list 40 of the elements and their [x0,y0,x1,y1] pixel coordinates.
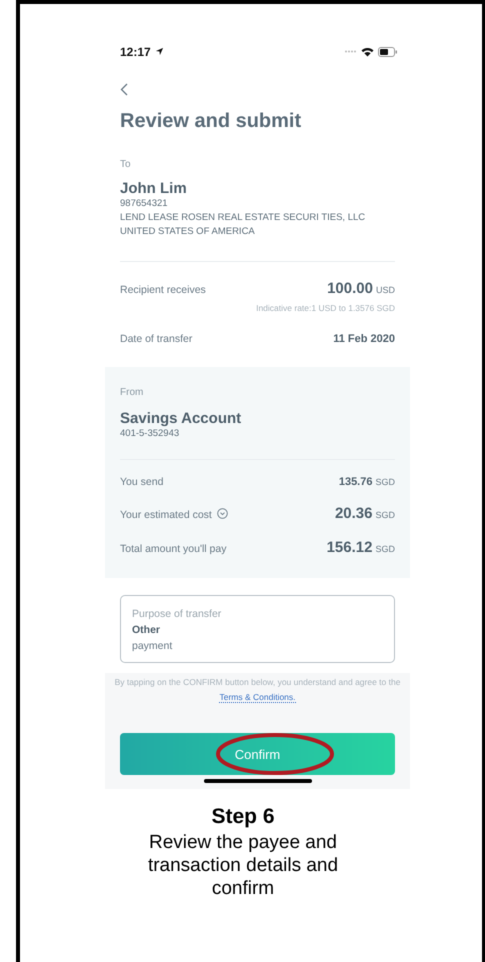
signal-dots-icon [343,50,357,53]
detail-value: 11 Feb 2020 [333,333,395,345]
wifi-icon [361,46,374,56]
cost-value: 135.76 [338,476,372,488]
account-number: 987654321 [120,197,169,211]
recipient-company: LEND LEASE ROSEN REAL ESTATE SECURI TIES, LLC [120,211,366,225]
status-time: 12:17 [120,44,151,58]
currency-code: USD [376,285,395,295]
cost-value: 20.36 [334,505,372,522]
back-icon[interactable] [120,83,128,96]
account-number: 401-5-352943 [120,427,180,441]
cost-label: Total amount you'll pay [120,543,226,555]
recipient-name: John Lim [120,180,188,197]
cost-label: Your estimated cost [120,509,212,521]
battery-icon [378,46,398,56]
expand-icon[interactable] [216,508,228,519]
purpose-field[interactable]: Purpose of transfer Other payment [120,595,395,663]
to-label: To [120,159,132,170]
exchange-rate-note: Indicative rate:1 USD to 1.3576 SGD [255,303,395,313]
currency-code: SGD [375,477,395,487]
field-value: Other [132,624,162,636]
location-arrow-icon [154,47,164,56]
cost-value: 156.12 [326,539,372,556]
detail-value: 100.00 [327,280,373,297]
terms-link[interactable]: Terms & Conditions. [219,692,296,703]
detail-label: Date of transfer [120,333,192,345]
currency-code: SGD [375,544,395,554]
step-title: Step 6 [210,805,276,829]
account-name: Savings Account [120,410,242,427]
from-label: From [120,387,144,398]
field-label: Purpose of transfer [132,608,222,620]
recipient-country: UNITED STATES OF AMERICA [120,225,256,239]
detail-label: Recipient receives [120,284,206,296]
currency-code: SGD [375,510,395,520]
page-title: Review and submit [120,110,302,133]
field-detail: payment [132,640,174,652]
step-description: Review the payee and transaction details and confirm [146,831,340,900]
cost-label: You send [120,476,164,488]
confirm-button[interactable]: Confirm [120,733,395,775]
terms-text: By tapping on the CONFIRM button below, you understand and agree to the Terms & Conditions. [114,676,401,705]
